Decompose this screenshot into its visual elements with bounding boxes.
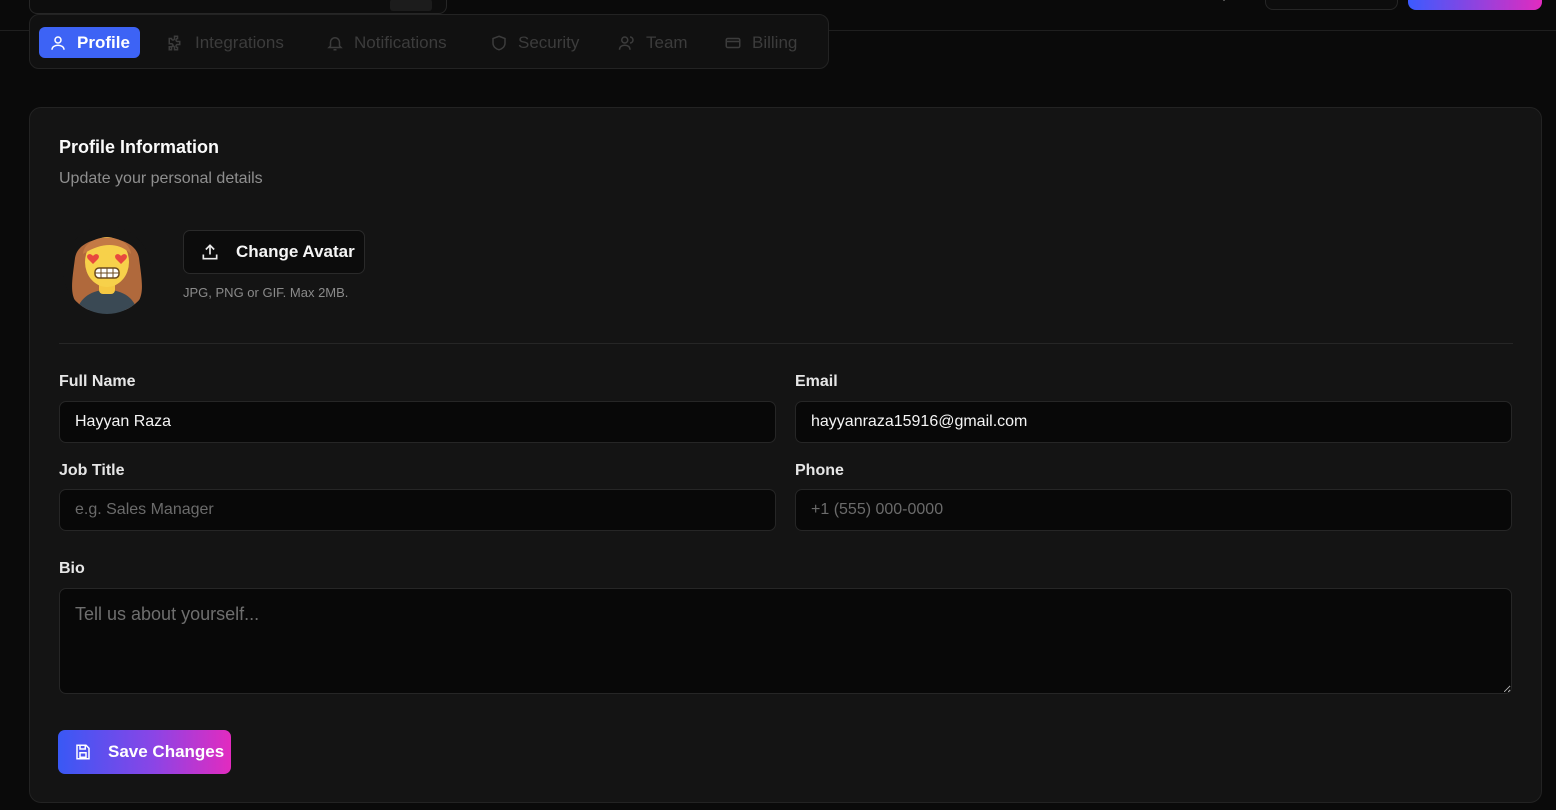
avatar [63, 226, 151, 314]
puzzle-icon [168, 35, 181, 50]
tab-team[interactable]: Team [608, 27, 698, 58]
section-divider [59, 343, 1513, 344]
bell-icon [327, 36, 343, 50]
credit-card-icon [725, 37, 741, 48]
tab-label: Notifications [354, 32, 447, 52]
card-subtitle: Update your personal details [59, 170, 263, 187]
avatar-hint: JPG, PNG or GIF. Max 2MB. [183, 285, 349, 300]
job-title-label: Job Title [59, 462, 125, 479]
header-secondary-button[interactable] [1265, 0, 1398, 10]
change-avatar-label: Change Avatar [236, 242, 355, 261]
phone-label: Phone [795, 462, 844, 479]
tab-billing[interactable]: Billing [714, 27, 807, 58]
tab-label: Billing [752, 32, 798, 52]
save-changes-button[interactable]: Save Changes [58, 730, 231, 774]
global-search[interactable] [29, 0, 447, 14]
search-shortcut-badge [390, 0, 432, 11]
save-changes-label: Save Changes [108, 742, 225, 761]
bio-textarea[interactable] [59, 588, 1512, 694]
chevron-down-icon[interactable] [1218, 0, 1230, 4]
tab-label: Profile [77, 32, 130, 52]
tab-label: Security [518, 32, 580, 52]
tab-integrations[interactable]: Integrations [157, 27, 294, 58]
phone-input[interactable] [795, 489, 1512, 531]
email-label: Email [795, 373, 838, 390]
tab-notifications[interactable]: Notifications [316, 27, 457, 58]
save-icon [76, 744, 90, 760]
upload-icon [202, 244, 218, 260]
tab-label: Team [646, 32, 688, 52]
header-primary-button[interactable] [1408, 0, 1542, 10]
email-input[interactable] [795, 401, 1512, 443]
tab-security[interactable]: Security [480, 27, 589, 58]
settings-tabs: Profile Integrations Notifications Secur… [29, 14, 829, 69]
tab-label: Integrations [195, 32, 284, 52]
profile-card: Profile Information Update your personal… [29, 107, 1542, 803]
job-title-input[interactable] [59, 489, 776, 531]
user-icon [51, 35, 65, 50]
full-name-label: Full Name [59, 373, 136, 390]
tab-profile[interactable]: Profile [39, 27, 140, 58]
card-title: Profile Information [59, 137, 220, 157]
users-icon [618, 35, 634, 50]
change-avatar-button[interactable]: Change Avatar [183, 230, 365, 274]
bio-label: Bio [59, 560, 85, 577]
shield-icon [492, 34, 506, 51]
full-name-input[interactable] [59, 401, 776, 443]
